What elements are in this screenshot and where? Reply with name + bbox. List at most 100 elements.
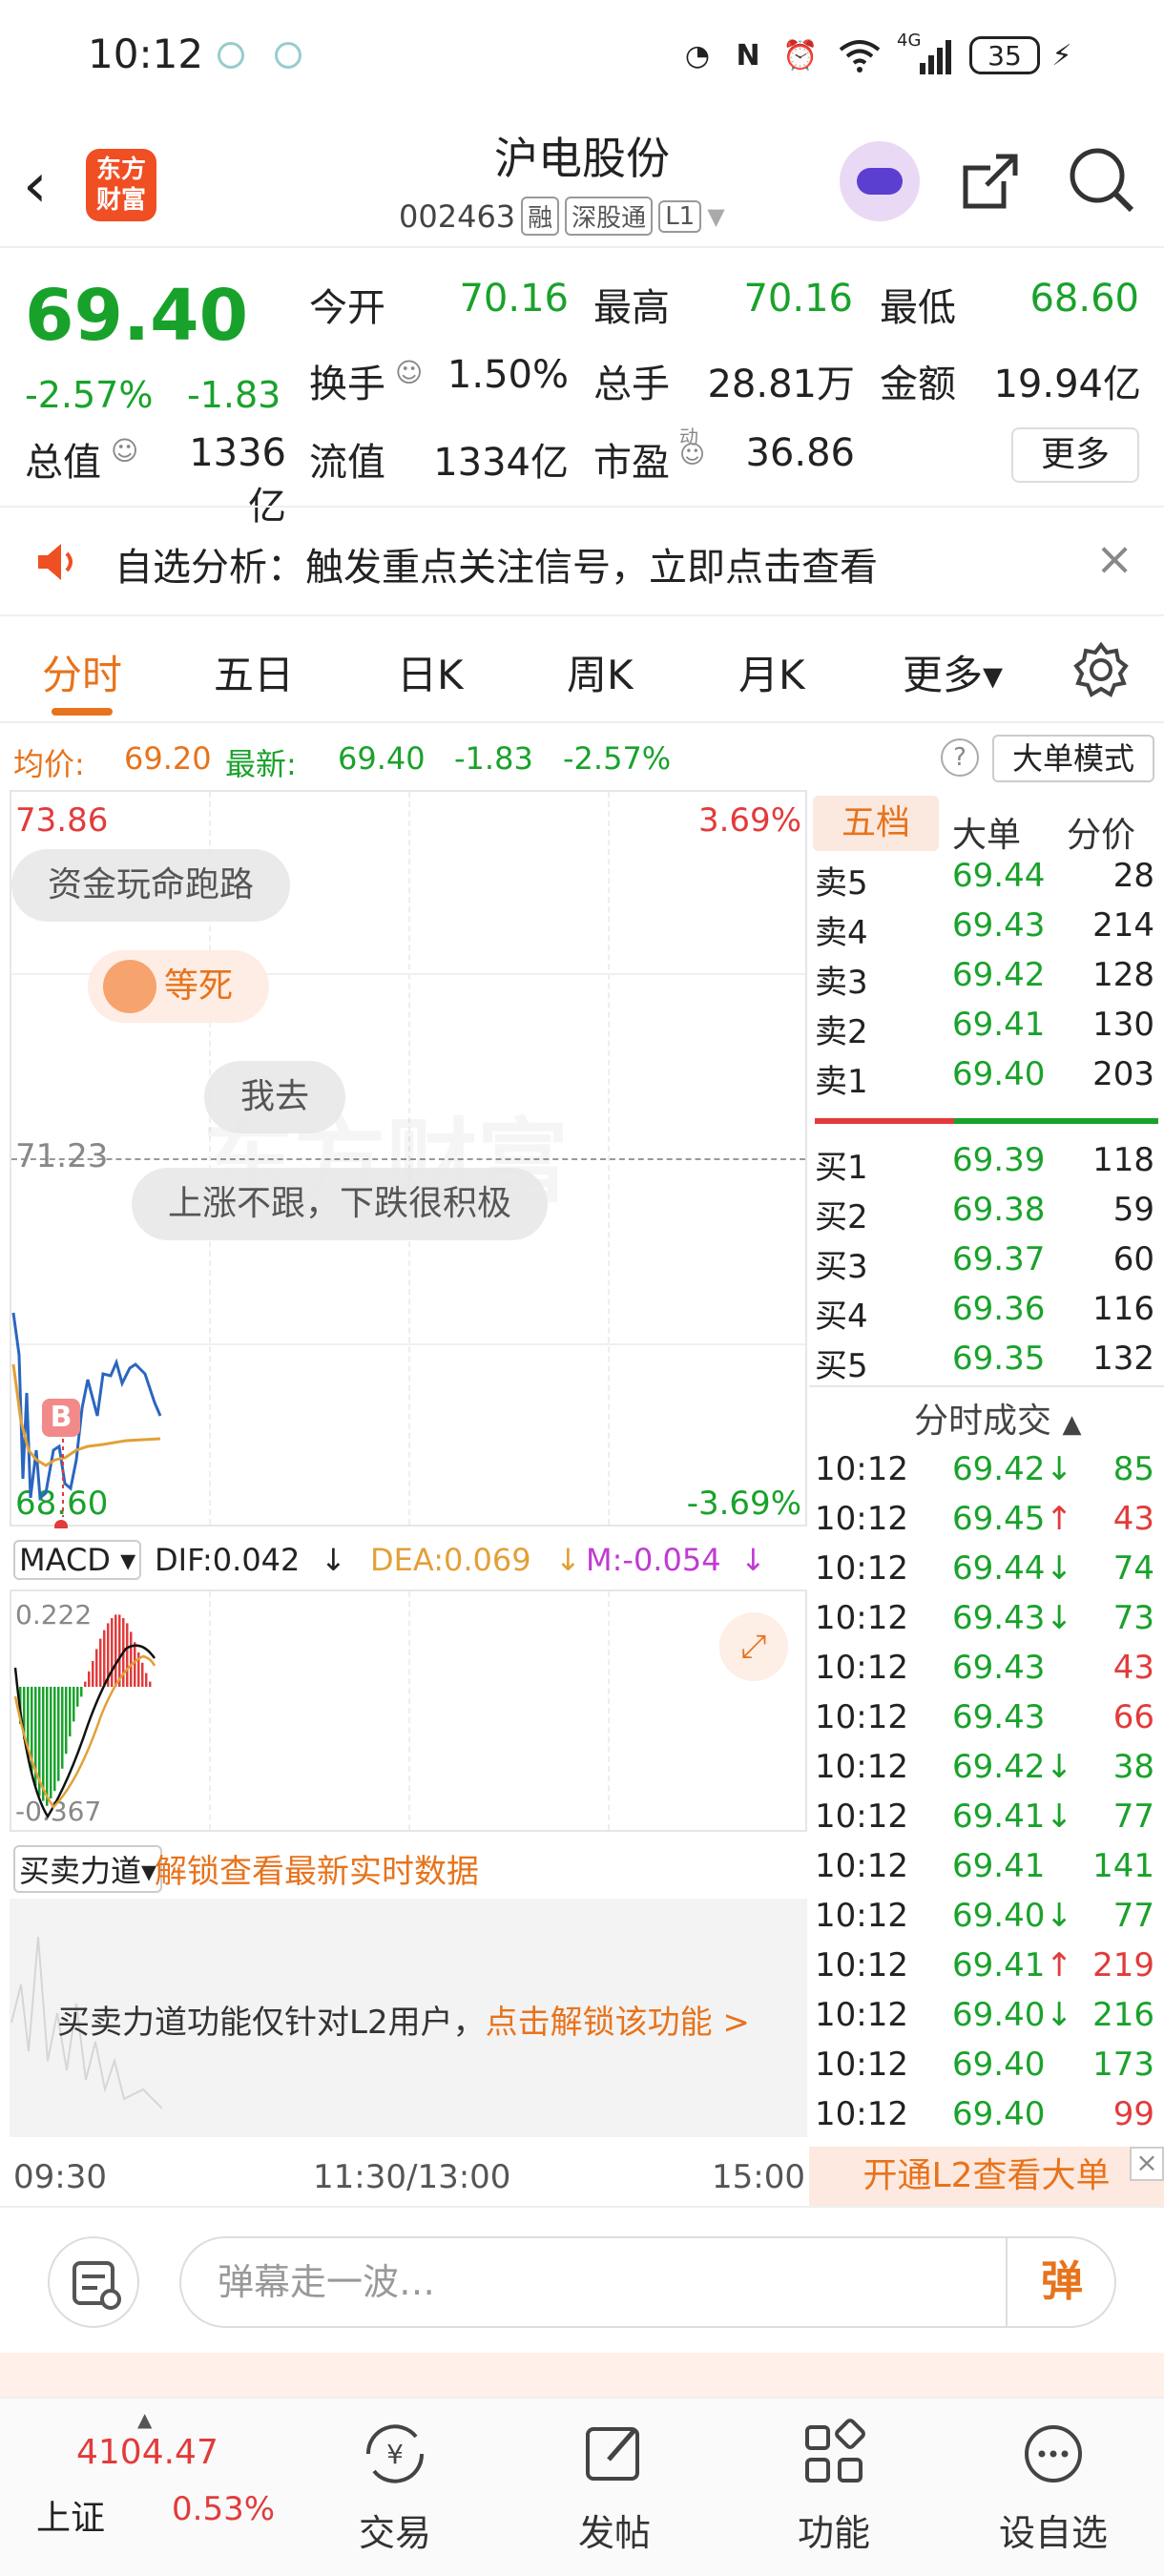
arrow-down-icon: ↓ <box>740 1542 766 1578</box>
tick-volume: 99 <box>1112 2095 1154 2133</box>
macd-bar <box>141 1662 144 1687</box>
intraday-chart[interactable]: 东方财富 73.86 71.23 68.60 3.69% -3.69% 资金玩命… <box>10 790 807 1528</box>
expand-icon[interactable]: ⤢ <box>719 1612 788 1681</box>
svg-text:¥: ¥ <box>386 2439 404 2470</box>
macd-selector[interactable]: MACD ▾ <box>13 1540 142 1580</box>
power-selector[interactable]: 买卖力道▾ <box>13 1845 163 1893</box>
latest-label: 最新: <box>225 746 297 782</box>
info-icon[interactable]: ☺ <box>395 357 423 388</box>
bid-volume: 132 <box>1092 1340 1154 1378</box>
bid-level: 买2 <box>815 1198 868 1236</box>
unlock-link[interactable]: 解锁查看最新实时数据 <box>155 1845 479 1892</box>
info-icon[interactable]: ☺ <box>111 435 138 467</box>
share-icon[interactable] <box>958 143 1025 216</box>
tab-monthly-k[interactable]: 月K <box>738 643 805 701</box>
index-pct[interactable]: 0.53% <box>172 2490 275 2528</box>
index-value[interactable]: 4104.47 <box>76 2433 218 2472</box>
tab-price-dist[interactable]: 分价 <box>1067 807 1135 857</box>
stock-code-row[interactable]: 002463 融 深股通 L1 ▼ <box>399 197 725 236</box>
macd-histogram <box>13 1614 156 1819</box>
tick-direction-icon: ↓ <box>1046 1450 1073 1488</box>
tick-time: 10:12 <box>815 1549 908 1588</box>
caret-up-icon: ▲ <box>137 2408 153 2431</box>
close-icon[interactable]: × <box>1130 2147 1164 2181</box>
float-value: 1334亿 <box>433 441 569 485</box>
avg-label: 均价: <box>13 746 85 782</box>
tick-time: 10:12 <box>815 1450 908 1488</box>
tick-time: 10:12 <box>815 1748 908 1786</box>
nav-add-watchlist[interactable]: 设自选 <box>967 2416 1139 2556</box>
tick-row: 10:12 69.40 ↓ 77 <box>815 1897 1158 1946</box>
more-button[interactable]: 更多 <box>1011 427 1139 483</box>
tick-row: 10:12 69.40 173 <box>815 2046 1158 2095</box>
notification-icon <box>275 42 301 69</box>
macd-bar <box>88 1671 91 1687</box>
macd-bar <box>73 1687 75 1722</box>
close-icon[interactable]: × <box>1095 536 1133 582</box>
level-tag: L1 <box>658 199 702 233</box>
price-line-chart <box>11 1312 162 1528</box>
tab-more[interactable]: 更多▾ <box>903 643 1003 701</box>
ask-row: 卖2 69.41 130 <box>815 1006 1158 1055</box>
tick-row: 10:12 69.44 ↓ 74 <box>815 1549 1158 1599</box>
tick-volume: 66 <box>1112 1698 1154 1736</box>
note-settings-icon[interactable] <box>48 2236 139 2328</box>
tick-row: 10:12 69.40 ↓ 216 <box>815 1996 1158 2046</box>
open-value: 70.16 <box>459 277 569 321</box>
nav-trade[interactable]: ¥ 交易 <box>309 2416 481 2556</box>
eastmoney-logo[interactable]: 东方 财富 <box>86 149 156 221</box>
nav-functions[interactable]: 功能 <box>748 2416 920 2556</box>
tab-five-level[interactable]: 五档 <box>813 796 939 851</box>
dropdown-icon: ▼ <box>707 202 725 230</box>
back-button[interactable]: ‹ <box>23 153 80 219</box>
tab-daily-k[interactable]: 日K <box>397 643 464 701</box>
open-l2-button[interactable]: 开通L2查看大单 × <box>809 2147 1164 2206</box>
alarm-icon: ⏰ <box>782 38 819 73</box>
robot-avatar-icon[interactable] <box>840 141 920 221</box>
macd-bar <box>99 1638 102 1687</box>
tick-trades-title[interactable]: 分时成交 ▲ <box>914 1393 1081 1443</box>
big-order-mode-button[interactable]: 大单模式 <box>992 735 1154 782</box>
bid-price: 69.39 <box>952 1141 1046 1179</box>
danmu-input[interactable]: 弹幕走一波… <box>179 2236 1116 2328</box>
tab-weekly-k[interactable]: 周K <box>567 643 634 701</box>
ask-price: 69.41 <box>952 1006 1046 1044</box>
tab-intraday[interactable]: 分时 <box>42 643 122 701</box>
tab-five-day[interactable]: 五日 <box>214 643 294 701</box>
macd-bar <box>50 1687 52 1798</box>
index-name[interactable]: 上证 <box>36 2490 105 2540</box>
tick-direction-icon: ↑ <box>1046 1946 1073 1984</box>
macd-chart[interactable]: 0.222 -0.367 ⤢ <box>10 1589 807 1832</box>
nav-post[interactable]: 发帖 <box>529 2416 700 2556</box>
low-label: 最低 <box>880 286 956 330</box>
buy-marker-icon[interactable]: B <box>42 1399 80 1437</box>
edit-icon <box>576 2416 653 2492</box>
unlock-feature-link[interactable]: 点击解锁该功能 > <box>486 2004 750 2042</box>
ask-volume: 203 <box>1092 1055 1154 1093</box>
bid-price: 69.37 <box>952 1240 1046 1278</box>
tick-volume: 77 <box>1112 1897 1154 1935</box>
tick-volume: 43 <box>1112 1500 1154 1538</box>
info-icon[interactable]: ☺ <box>679 441 705 469</box>
bid-row: 买5 69.35 132 <box>815 1340 1158 1389</box>
bid-price: 69.38 <box>952 1191 1046 1229</box>
bid-level: 买5 <box>815 1347 868 1385</box>
tick-time: 10:12 <box>815 1500 908 1538</box>
tick-row: 10:12 69.41 ↓ 77 <box>815 1797 1158 1847</box>
tick-price: 69.42 <box>952 1450 1046 1488</box>
danmu-send-button[interactable]: 弹 <box>1006 2236 1116 2328</box>
settings-icon[interactable] <box>1072 641 1130 702</box>
ask-ratio-bar <box>815 1118 954 1124</box>
macd-bar <box>111 1618 114 1687</box>
tab-big-order[interactable]: 大单 <box>952 807 1021 857</box>
nav-label: 设自选 <box>998 2512 1108 2554</box>
wifi-icon <box>836 32 883 78</box>
help-icon[interactable]: ? <box>941 738 979 777</box>
ask-row: 卖5 69.44 28 <box>815 857 1158 906</box>
search-icon[interactable] <box>1065 143 1137 216</box>
tick-volume: 74 <box>1112 1549 1154 1588</box>
alert-banner[interactable]: 自选分析：触发重点关注信号，立即点击查看 × <box>0 506 1164 616</box>
nav-label: 发帖 <box>577 2512 651 2554</box>
ask-level: 卖1 <box>815 1063 868 1101</box>
status-time: 10:12 <box>88 31 204 77</box>
